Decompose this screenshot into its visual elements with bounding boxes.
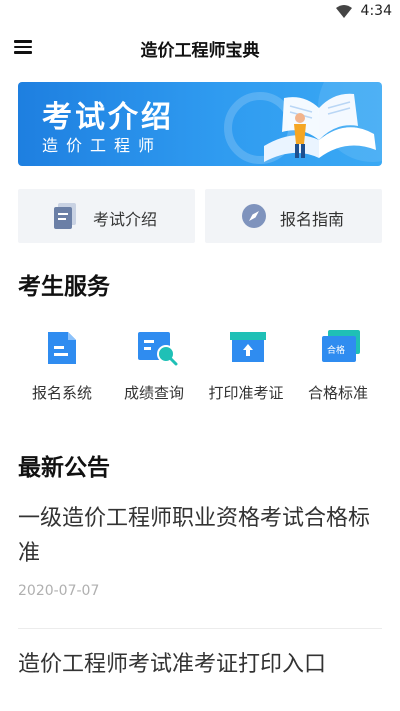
banner-subtitle: 造价工程师 xyxy=(42,136,163,155)
service-pass-standard[interactable]: 合格 合格标准 xyxy=(292,330,384,406)
status-time: 4:34 xyxy=(360,3,392,19)
status-bar: 4:34 xyxy=(0,0,400,24)
file-icon xyxy=(48,332,76,364)
exam-intro-label: 考试介绍 xyxy=(93,210,158,229)
registration-guide-button[interactable]: 报名指南 xyxy=(205,189,382,243)
service-label: 报名系统 xyxy=(31,384,92,402)
notice-item[interactable]: 造价工程师考试准考证打印入口 xyxy=(18,647,382,682)
print-icon xyxy=(230,332,266,362)
notices-heading: 最新公告 xyxy=(18,455,110,481)
notice-title: 一级造价工程师职业资格考试合格标准 xyxy=(18,506,371,566)
card-icon: 合格 xyxy=(322,330,360,362)
registration-guide-label: 报名指南 xyxy=(280,210,345,229)
app-bar: 造价工程师宝典 xyxy=(0,24,400,70)
exam-intro-banner[interactable]: 考试介绍 造价工程师 xyxy=(18,82,382,166)
wifi-icon xyxy=(336,5,352,18)
service-score-query[interactable]: 成绩查询 xyxy=(108,330,200,406)
exam-intro-button[interactable]: 考试介绍 xyxy=(18,189,195,243)
services-heading: 考生服务 xyxy=(18,274,110,300)
notice-item[interactable]: 一级造价工程师职业资格考试合格标准 2020-07-07 xyxy=(18,501,382,599)
banner-title: 考试介绍 xyxy=(42,100,174,135)
document-icon xyxy=(54,203,76,229)
service-print-admission[interactable]: 打印准考证 xyxy=(200,330,292,406)
service-label: 打印准考证 xyxy=(208,384,284,402)
open-book-illustration xyxy=(264,93,376,162)
service-label: 合格标准 xyxy=(307,384,368,402)
notice-title: 造价工程师考试准考证打印入口 xyxy=(18,652,327,677)
card-badge-text: 合格 xyxy=(327,344,345,356)
service-label: 成绩查询 xyxy=(123,384,184,402)
service-registration-system[interactable]: 报名系统 xyxy=(16,330,108,406)
divider xyxy=(18,628,382,629)
compass-icon xyxy=(242,204,266,228)
page-title: 造价工程师宝典 xyxy=(140,41,260,61)
search-icon xyxy=(138,332,178,366)
notice-date: 2020-07-07 xyxy=(18,583,100,599)
